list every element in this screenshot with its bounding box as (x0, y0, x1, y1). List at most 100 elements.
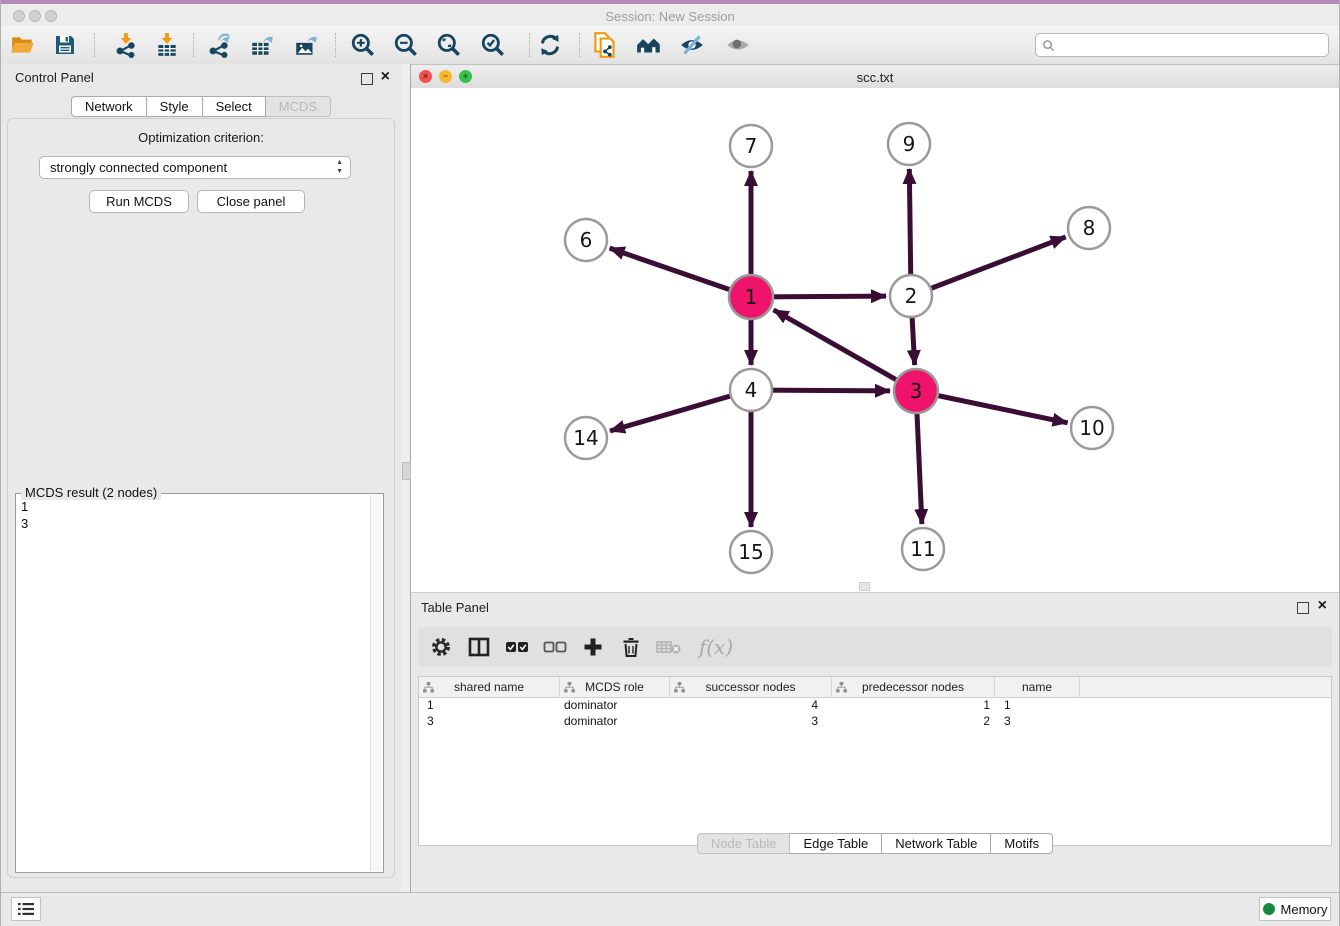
column-header-successor-nodes[interactable]: successor nodes (670, 677, 832, 697)
zoom-selected-icon (480, 32, 506, 58)
export-image-button[interactable] (289, 31, 323, 59)
mcds-result-groupbox: MCDS result (2 nodes) 1 3 (15, 493, 384, 873)
zoom-out-button[interactable] (389, 31, 423, 59)
graph-node-8[interactable]: 8 (1068, 207, 1110, 249)
svg-text:8: 8 (1083, 216, 1096, 240)
graph-node-9[interactable]: 9 (888, 123, 930, 165)
run-mcds-button[interactable]: Run MCDS (89, 190, 189, 213)
status-bar: Memory (1, 892, 1339, 926)
delete-column-button[interactable] (618, 634, 644, 660)
deselect-all-icon (543, 636, 567, 658)
float-panel-icon[interactable] (361, 73, 373, 85)
graph-node-1[interactable]: 1 (729, 275, 773, 319)
graph-node-4[interactable]: 4 (730, 369, 772, 411)
optimization-criterion-select[interactable]: strongly connected component ▲▼ (39, 156, 351, 179)
svg-text:9: 9 (903, 132, 916, 156)
deselect-all-rows-button[interactable] (542, 634, 568, 660)
close-panel-icon[interactable]: × (381, 67, 390, 87)
network-canvas[interactable]: 7 9 6 8 1 2 4 3 14 10 15 11 (411, 88, 1339, 592)
graph-node-14[interactable]: 14 (565, 417, 607, 459)
fx-icon: f(x) (699, 635, 733, 659)
column-header-shared-name[interactable]: shared name (419, 677, 560, 697)
eye-icon (724, 31, 752, 59)
memory-button[interactable]: Memory (1259, 897, 1331, 921)
close-panel-button[interactable]: Close panel (197, 190, 305, 213)
tab-network[interactable]: Network (71, 96, 147, 117)
refresh-button[interactable] (533, 31, 567, 59)
svg-text:6: 6 (580, 228, 593, 252)
search-input[interactable] (1059, 36, 1328, 54)
import-network-button[interactable] (109, 31, 143, 59)
toolbar-separator (335, 33, 336, 57)
optimization-criterion-label: Optimization criterion: (1, 130, 401, 145)
svg-text:10: 10 (1079, 416, 1104, 440)
cell-name: 3 (995, 714, 1080, 730)
mcds-result-title: MCDS result (2 nodes) (21, 485, 161, 500)
memory-label: Memory (1281, 902, 1328, 917)
mcds-result-scrollbar[interactable] (370, 495, 382, 871)
table-toolbar: f(x) (418, 627, 1332, 667)
zoom-fit-button[interactable] (432, 31, 466, 59)
graph-edge-2-8[interactable] (911, 237, 1066, 296)
import-table-button[interactable] (150, 31, 184, 59)
delete-table-button[interactable] (656, 634, 682, 660)
export-table-button[interactable] (245, 31, 279, 59)
select-all-rows-button[interactable] (504, 634, 530, 660)
splitter-grip[interactable] (402, 462, 411, 480)
mcds-result-list[interactable]: 1 3 (21, 498, 28, 532)
cell-mcds-role: dominator (560, 714, 670, 730)
first-neighbors-button[interactable] (632, 31, 666, 59)
function-builder-button[interactable]: f(x) (694, 634, 738, 660)
table-settings-button[interactable] (428, 634, 454, 660)
graph-node-15[interactable]: 15 (730, 531, 772, 573)
tab-edge-table[interactable]: Edge Table (790, 833, 882, 854)
column-header-name[interactable]: name (995, 677, 1080, 697)
graph-node-10[interactable]: 10 (1071, 407, 1113, 449)
show-hide-columns-button[interactable] (466, 634, 492, 660)
zoom-selected-button[interactable] (476, 31, 510, 59)
search-field[interactable] (1035, 33, 1329, 57)
node-table: shared name MCDS role successor nodes pr… (418, 676, 1332, 846)
zoom-in-button[interactable] (346, 31, 380, 59)
network-window-titlebar: × − + scc.txt (411, 66, 1339, 89)
column-header-predecessor-nodes[interactable]: predecessor nodes (832, 677, 995, 697)
svg-text:7: 7 (745, 134, 758, 158)
table-row[interactable]: 3 dominator 3 2 3 (419, 714, 1331, 730)
toolbar-separator (579, 33, 580, 57)
network-scroll-grip[interactable] (859, 582, 870, 591)
create-column-button[interactable] (580, 634, 606, 660)
table-row[interactable]: 1 dominator 4 1 1 (419, 698, 1331, 714)
hide-selected-button[interactable] (675, 31, 709, 59)
graph-node-2[interactable]: 2 (890, 275, 932, 317)
graph-node-6[interactable]: 6 (565, 219, 607, 261)
graph-node-7[interactable]: 7 (730, 125, 772, 167)
close-table-panel-icon[interactable]: × (1318, 596, 1327, 616)
tab-motifs[interactable]: Motifs (991, 833, 1053, 854)
panel-splitter[interactable] (401, 64, 411, 893)
tab-network-table[interactable]: Network Table (882, 833, 991, 854)
save-session-button[interactable] (48, 31, 82, 59)
optimization-criterion-value: strongly connected component (50, 160, 227, 175)
cell-predecessor-nodes: 1 (832, 698, 995, 714)
cell-shared-name: 1 (419, 698, 560, 714)
task-history-button[interactable] (11, 897, 41, 921)
graph-node-11[interactable]: 11 (902, 528, 944, 570)
svg-text:3: 3 (910, 379, 923, 403)
tab-style[interactable]: Style (147, 96, 203, 117)
graph-edge-3-1[interactable] (774, 310, 916, 391)
open-session-button[interactable] (6, 31, 40, 59)
save-floppy-icon (53, 33, 77, 57)
duplicate-network-button[interactable] (588, 31, 622, 59)
show-all-button[interactable] (721, 31, 755, 59)
eye-slash-icon (678, 31, 706, 59)
tab-mcds[interactable]: MCDS (266, 96, 331, 117)
cell-name: 1 (995, 698, 1080, 714)
column-type-icon (564, 682, 575, 693)
tab-select[interactable]: Select (203, 96, 266, 117)
column-header-mcds-role[interactable]: MCDS role (560, 677, 670, 697)
export-network-button[interactable] (202, 31, 236, 59)
import-network-icon (113, 32, 139, 58)
float-table-panel-icon[interactable] (1297, 602, 1309, 614)
tab-node-table[interactable]: Node Table (697, 833, 791, 854)
graph-node-3[interactable]: 3 (894, 369, 938, 413)
